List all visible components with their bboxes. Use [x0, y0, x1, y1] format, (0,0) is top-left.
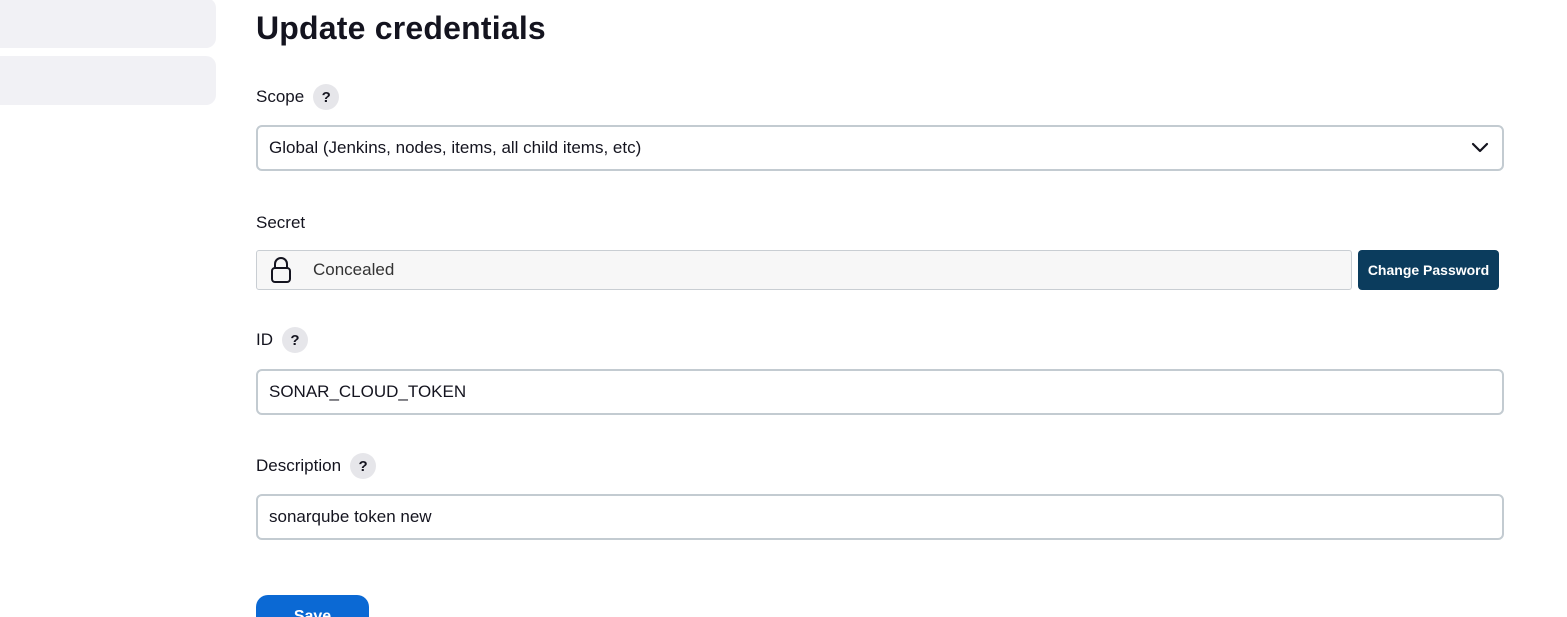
id-help-icon[interactable]: ?	[282, 327, 308, 353]
id-input-value: SONAR_CLOUD_TOKEN	[269, 382, 467, 401]
scope-label-row: Scope ?	[256, 83, 340, 111]
scope-label: Scope	[256, 87, 305, 106]
scope-select-value: Global (Jenkins, nodes, items, all child…	[269, 138, 642, 157]
sidebar-item[interactable]	[0, 0, 216, 48]
secret-label-row: Secret	[256, 209, 305, 237]
id-label-row: ID ?	[256, 326, 308, 354]
scope-select[interactable]: Global (Jenkins, nodes, items, all child…	[256, 125, 1504, 171]
page-title: Update credentials	[256, 10, 546, 46]
description-input[interactable]: sonarqube token new	[256, 494, 1504, 540]
page: Update credentials Scope ? Global (Jenki…	[0, 0, 1567, 617]
change-password-button[interactable]: Change Password	[1358, 250, 1499, 290]
chevron-down-icon	[1471, 142, 1489, 153]
id-label: ID	[256, 330, 273, 349]
save-button[interactable]: Save	[256, 595, 369, 617]
sidebar-item[interactable]	[0, 56, 216, 105]
lock-icon	[271, 257, 291, 283]
secret-value: Concealed	[313, 260, 395, 279]
description-help-icon[interactable]: ?	[350, 453, 377, 479]
secret-label: Secret	[256, 213, 306, 232]
description-input-value: sonarqube token new	[269, 507, 432, 526]
description-label: Description	[256, 456, 342, 475]
secret-field: Concealed	[256, 250, 1352, 290]
description-label-row: Description ?	[256, 452, 377, 480]
id-input[interactable]: SONAR_CLOUD_TOKEN	[256, 369, 1504, 415]
scope-help-icon[interactable]: ?	[313, 84, 340, 110]
